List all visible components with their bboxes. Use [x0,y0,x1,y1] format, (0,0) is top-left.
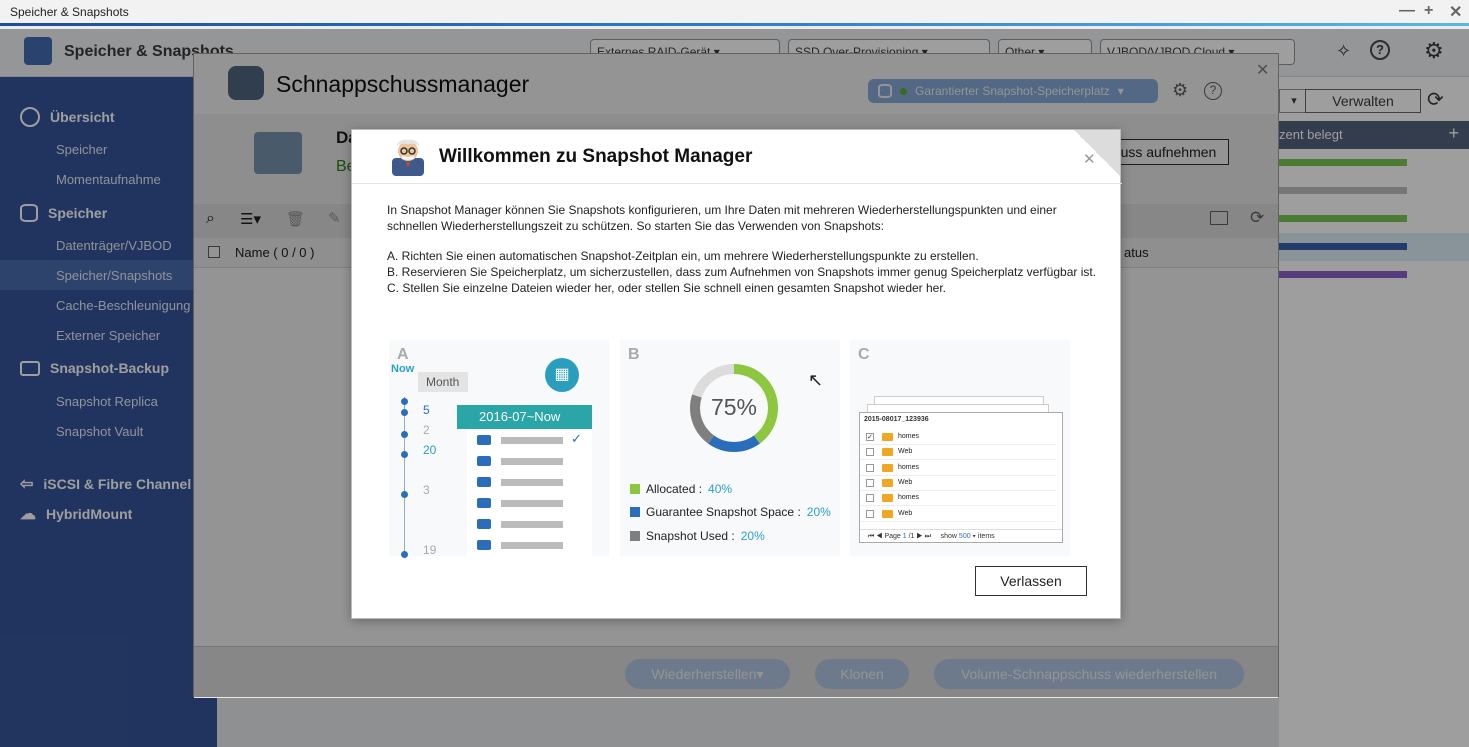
file-row-label: Web [898,448,913,456]
window-title: Speicher & Snapshots [10,5,129,19]
file-row-checkbox[interactable] [866,448,874,457]
snapshot-row-icon [477,540,491,550]
snapshot-row-icon [477,498,491,508]
file-row-checkbox[interactable]: ✓ [866,433,874,441]
file-row[interactable]: homes [860,461,1056,476]
legend-swatch [630,531,640,541]
file-row-label: Web [898,478,913,486]
count-label: 2 [423,423,430,437]
count-label: 5 [423,403,430,417]
folder-icon [882,448,893,457]
illustration-schedule: A Now Month ▦ 2016-07~Now 5 2 20 3 19 ✓ [389,340,609,558]
snapshot-row-icon [477,456,491,466]
count-label: 3 [423,483,430,497]
date-range-banner: 2016-07~Now [457,405,592,429]
timeline-dot [401,551,408,558]
file-row[interactable]: Web [860,445,1056,461]
file-row[interactable]: Web [860,507,1056,522]
legend-swatch [630,507,640,517]
file-row-label: homes [898,494,920,502]
folder-icon [882,509,893,518]
snapshot-row-icon [477,477,491,487]
snapshot-row-bar [501,479,563,486]
legend-guarantee: Guarantee Snapshot Space :20% [630,505,831,519]
snapshot-row-bar [501,500,563,507]
snapshot-row-icon [477,519,491,529]
file-row-label: Web [898,509,913,517]
mouse-cursor-icon: ↖ [808,370,824,390]
window-titlebar: Speicher & Snapshots — + ✕ [0,0,1469,23]
timeline-dot [401,491,408,498]
donut-center-label: 75% [710,394,758,420]
donut-slice-guarantee [708,435,760,452]
dialog-corner-fold [1074,130,1120,176]
timeline-dot [401,409,408,416]
snapshot-row-bar [501,542,563,549]
legend-allocated: Allocated :40% [630,482,732,496]
file-row[interactable]: ✓ homes [860,430,1056,445]
close-icon[interactable]: ✕ [1083,150,1096,168]
file-window-front: 2015-08017_123936 ✓ homes Web homes Web homes… [859,412,1063,543]
timeline-dot [401,451,408,458]
welcome-intro: In Snapshot Manager können Sie Snapshots… [387,203,1057,233]
donut-slice-free [692,364,734,398]
count-label: 20 [423,443,437,457]
panel-letter-a: A [397,346,409,363]
folder-icon [882,433,893,441]
month-tab: Month [418,372,468,392]
timeline-line [404,397,405,552]
check-icon: ✓ [571,431,582,446]
snapshot-row-icon [477,435,491,445]
legend-swatch [630,484,640,494]
minimize-icon[interactable]: — [1399,2,1415,20]
window-accent-bar [0,23,1469,26]
folder-icon [882,494,893,503]
title-divider [352,183,1122,184]
file-row-checkbox[interactable] [866,494,874,503]
welcome-dialog: ✕ Willkommen zu Snapshot Manager In Snap… [351,129,1122,619]
welcome-body: In Snapshot Manager können Sie Snapshots… [387,202,1099,296]
step-c: C. Stellen Sie einzelne Dateien wieder h… [387,281,947,295]
file-window-title: 2015-08017_123936 [864,416,929,423]
file-pager: ⏮ ◀ Page 1 /1 ▶ ⏭ show 500 ▾ items [860,529,1062,543]
timeline-dot [401,431,408,438]
file-row[interactable]: homes [860,491,1056,507]
file-row-checkbox[interactable] [866,463,874,472]
illustration-space: B 75% Allocated :40% Guarantee Snapshot … [620,340,840,556]
snapshot-row-bar [501,521,563,528]
panel-letter-b: B [628,346,640,363]
leave-button[interactable]: Verlassen [975,566,1087,596]
snapshot-row-bar [501,458,563,465]
timeline-dot [401,398,408,405]
welcome-title: Willkommen zu Snapshot Manager [439,146,753,167]
folder-icon [882,463,893,472]
snapshot-row-bar [501,437,563,444]
count-label: 19 [423,543,437,557]
maximize-icon[interactable]: + [1424,2,1433,20]
professor-mascot-icon [388,136,428,176]
close-icon[interactable]: ✕ [1449,2,1462,22]
file-row-label: homes [898,433,920,440]
file-row-label: homes [898,463,920,471]
calendar-icon: ▦ [545,358,579,392]
panel-letter-c: C [858,346,870,363]
now-label: Now [391,363,415,375]
folder-icon [882,478,893,487]
file-row-checkbox[interactable] [866,478,874,487]
file-row[interactable]: Web [860,476,1056,491]
file-row-checkbox[interactable] [866,509,874,518]
legend-used: Snapshot Used :20% [630,529,765,543]
step-a: A. Richten Sie einen automatischen Snaps… [387,249,979,263]
step-b: B. Reservieren Sie Speicherplatz, um sic… [387,265,1097,279]
illustration-restore: C 2015-08017_123936 ✓ homes Web homes Web hom… [850,340,1070,556]
